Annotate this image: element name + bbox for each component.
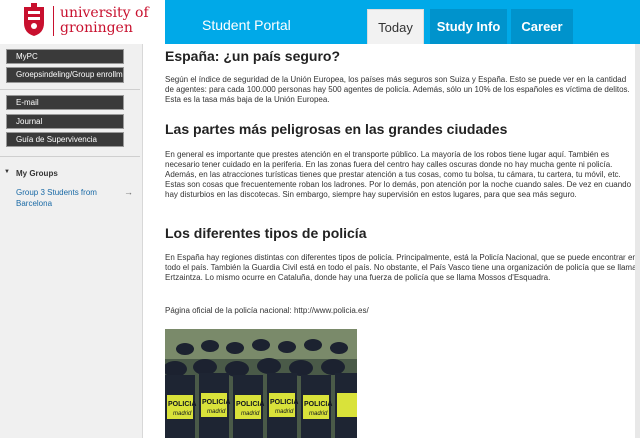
tab-career[interactable]: Career (511, 9, 573, 44)
sidebar-divider (0, 89, 140, 90)
sidebar-item-journal[interactable]: Journal (6, 114, 124, 129)
group-link[interactable]: Group 3 Students from Barcelona (16, 187, 116, 209)
sidebar-divider (0, 156, 140, 157)
police-officers-image: POLICIA POLICIA POLICIA POLICIA POLICIA … (165, 329, 357, 438)
heading-safe-country: España: ¿un país seguro? (165, 48, 341, 64)
sidebar: MyPC Groepsindeling/Group enrollment E-m… (0, 44, 143, 438)
portal-title[interactable]: Student Portal (202, 17, 291, 33)
main-content: España: ¿un país seguro? Según el índice… (143, 44, 640, 438)
vest-subtext: madrid (173, 411, 192, 417)
sidebar-item-group-enrollment[interactable]: Groepsindeling/Group enrollment (6, 67, 124, 83)
sidebar-item-email[interactable]: E-mail (6, 95, 124, 110)
sidebar-item-survival-guide[interactable]: Guía de Supervivencia (6, 132, 124, 147)
sidebar-item-mypc[interactable]: MyPC (6, 49, 124, 64)
logo-line1: university of (60, 5, 149, 21)
tab-today[interactable]: Today (367, 9, 424, 44)
logo-line2: groningen (60, 20, 133, 36)
vest-text: POLICIA (202, 399, 230, 406)
logo-text: university of groningen (60, 6, 149, 36)
paragraph-safety: Según el índice de seguridad de la Unión… (165, 75, 630, 104)
vest-text: POLICIA (236, 401, 264, 408)
my-groups-heading[interactable]: My Groups (16, 169, 58, 178)
paragraph-dangerous-areas: En general es importante que prestes ate… (165, 150, 632, 199)
vest-text: POLICIA (168, 401, 196, 408)
university-logo[interactable]: university of groningen (0, 0, 165, 44)
vest-text: POLICIA (270, 399, 298, 406)
tab-study-info[interactable]: Study Info (430, 9, 507, 44)
heading-police-types: Los diferentes tipos de policía (165, 225, 367, 241)
police-photo: POLICIA POLICIA POLICIA POLICIA POLICIA … (165, 329, 357, 438)
vest-subtext: madrid (241, 411, 260, 417)
paragraph-police-types: En España hay regiones distintas con dif… (165, 253, 637, 282)
logo-divider (53, 6, 54, 36)
scrollbar[interactable] (635, 44, 640, 438)
vest-text: POLICIA (304, 401, 332, 408)
university-crest-icon (24, 3, 44, 36)
police-website-text: Página oficial de la policía nacional: h… (165, 306, 369, 315)
vest-subtext: madrid (275, 409, 294, 415)
heading-dangerous-areas: Las partes más peligrosas en las grandes… (165, 121, 508, 137)
vest-subtext: madrid (207, 409, 226, 415)
collapse-arrow-icon[interactable]: ▼ (4, 169, 10, 175)
arrow-right-icon[interactable]: → (124, 187, 133, 197)
vest-subtext: madrid (309, 411, 328, 417)
